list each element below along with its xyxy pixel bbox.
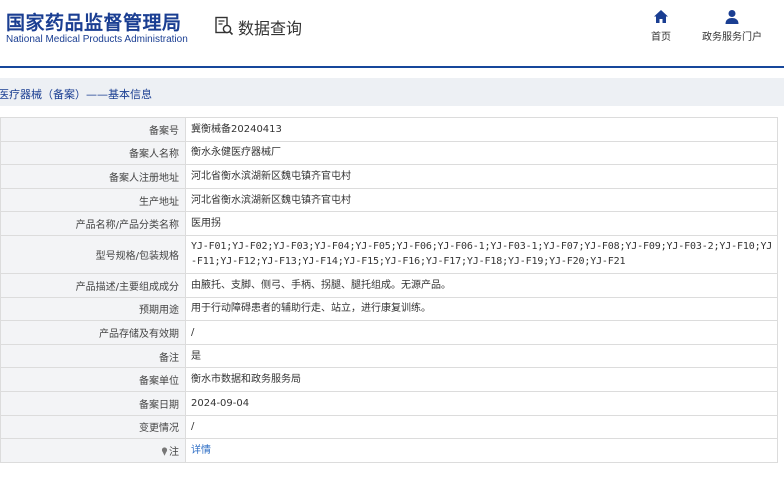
pin-icon bbox=[161, 447, 168, 456]
header-divider bbox=[0, 66, 784, 68]
details-link[interactable]: 详情 bbox=[191, 445, 211, 456]
detail-table: 备案号 冀衡械备20240413 备案人名称 衡水永健医疗器械厂 备案人注册地址… bbox=[0, 117, 778, 463]
table-row: 变更情况 / bbox=[0, 414, 778, 440]
field-value: / bbox=[185, 320, 778, 345]
home-icon bbox=[654, 10, 668, 23]
field-label: 备案人名称 bbox=[0, 140, 186, 166]
field-value: YJ-F01;YJ-F02;YJ-F03;YJ-F04;YJ-F05;YJ-F0… bbox=[185, 234, 778, 274]
table-row: 产品名称/产品分类名称 医用拐 bbox=[0, 211, 778, 236]
user-icon bbox=[725, 10, 739, 24]
field-label: 型号规格/包装规格 bbox=[0, 234, 186, 274]
table-row: 备案号 冀衡械备20240413 bbox=[0, 117, 778, 142]
nav-portal-label: 政务服务门户 bbox=[702, 32, 762, 43]
note-label: 注 bbox=[169, 446, 179, 458]
field-value: 衡水永健医疗器械厂 bbox=[185, 140, 778, 166]
site-header: 国家药品监督管理局 National Medical Products Admi… bbox=[0, 0, 784, 66]
field-value: 用于行动障碍患者的辅助行走、站立，进行康复训练。 bbox=[185, 296, 778, 322]
field-label: 生产地址 bbox=[0, 187, 186, 213]
field-label: 备案号 bbox=[0, 117, 186, 142]
page-title: 数据查询 bbox=[238, 19, 303, 38]
field-value: 河北省衡水滨湖新区魏屯镇齐官屯村 bbox=[185, 164, 778, 189]
field-value: 衡水市数据和政务服务局 bbox=[185, 367, 778, 392]
field-label: 备案日期 bbox=[0, 390, 186, 416]
field-value: / bbox=[185, 414, 778, 440]
table-row: 生产地址 河北省衡水滨湖新区魏屯镇齐官屯村 bbox=[0, 187, 778, 213]
field-value: 是 bbox=[185, 343, 778, 369]
table-row: 备案单位 衡水市数据和政务服务局 bbox=[0, 367, 778, 392]
field-value: 河北省衡水滨湖新区魏屯镇齐官屯村 bbox=[185, 187, 778, 213]
field-value: 医用拐 bbox=[185, 211, 778, 236]
field-value: 2024-09-04 bbox=[185, 390, 778, 416]
table-row: 预期用途 用于行动障碍患者的辅助行走、站立，进行康复训练。 bbox=[0, 296, 778, 322]
table-row: 备案日期 2024-09-04 bbox=[0, 390, 778, 416]
field-label: 备注 bbox=[0, 343, 186, 369]
table-row: 产品描述/主要组成成分 由腋托、支脚、侧弓、手柄、拐腿、腿托组成。无源产品。 bbox=[0, 272, 778, 298]
field-label: 变更情况 bbox=[0, 414, 186, 440]
field-value: 详情 bbox=[185, 438, 778, 463]
field-label: 产品名称/产品分类名称 bbox=[0, 211, 186, 236]
field-value: 由腋托、支脚、侧弓、手柄、拐腿、腿托组成。无源产品。 bbox=[185, 272, 778, 298]
table-row: 备案人名称 衡水永健医疗器械厂 bbox=[0, 140, 778, 166]
field-label: 注 bbox=[0, 438, 186, 463]
field-value: 冀衡械备20240413 bbox=[185, 117, 778, 142]
table-row: 备案人注册地址 河北省衡水滨湖新区魏屯镇齐官屯村 bbox=[0, 164, 778, 189]
field-label: 产品存储及有效期 bbox=[0, 320, 186, 345]
table-row: 注 详情 bbox=[0, 438, 778, 463]
logo-title-en[interactable]: National Medical Products Administration bbox=[6, 34, 188, 45]
field-label: 预期用途 bbox=[0, 296, 186, 322]
section-header: 医疗器械（备案）——基本信息 bbox=[0, 78, 784, 106]
nav-home[interactable]: 首页 bbox=[646, 8, 676, 43]
nav-service-portal[interactable]: 政务服务门户 bbox=[698, 8, 766, 43]
table-row: 产品存储及有效期 / bbox=[0, 320, 778, 345]
field-label: 备案单位 bbox=[0, 367, 186, 392]
logo-title-cn[interactable]: 国家药品监督管理局 bbox=[6, 8, 182, 35]
field-label: 产品描述/主要组成成分 bbox=[0, 272, 186, 298]
nav-home-label: 首页 bbox=[651, 32, 671, 43]
data-query-icon bbox=[215, 16, 234, 36]
field-label: 备案人注册地址 bbox=[0, 164, 186, 189]
section-title: 医疗器械（备案）——基本信息 bbox=[0, 88, 152, 101]
table-row: 型号规格/包装规格 YJ-F01;YJ-F02;YJ-F03;YJ-F04;YJ… bbox=[0, 234, 778, 274]
table-row: 备注 是 bbox=[0, 343, 778, 369]
